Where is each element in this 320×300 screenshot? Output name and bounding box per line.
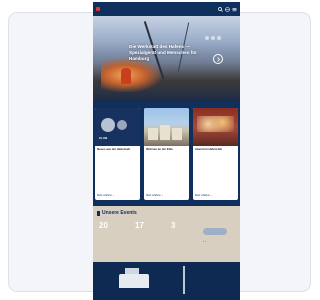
ship-hull — [119, 274, 149, 288]
all-events-button[interactable] — [203, 228, 227, 235]
news-card[interactable]: CLUB Neues aus der Hafenwelt Mehr erfahr… — [95, 108, 140, 200]
hero-sunset-glow — [101, 58, 161, 92]
hero-banner: Die Werkstatt des Hafens — Spezialgerät … — [93, 16, 240, 102]
news-card[interactable]: Abend im Hafenclub Mehr erfahren › — [193, 108, 238, 200]
hero-carousel-dots — [205, 36, 221, 40]
club-badge-icon — [117, 120, 127, 130]
footer-image — [93, 262, 240, 300]
club-badge-icon — [101, 118, 115, 132]
carousel-dot[interactable] — [217, 36, 221, 40]
hero-headline: Die Werkstatt des Hafens — Spezialgerät … — [129, 44, 197, 61]
news-card-image — [193, 108, 238, 146]
events-title: Unsere Events — [102, 210, 137, 216]
arrow-right-icon: › — [162, 194, 163, 197]
news-card-image: CLUB — [95, 108, 140, 146]
news-card-image — [144, 108, 189, 146]
news-card[interactable]: Wohnen an der Elbe Mehr erfahren › — [144, 108, 189, 200]
event-day: 3 — [171, 221, 176, 230]
event-lights — [197, 116, 234, 132]
menu-icon[interactable] — [232, 7, 237, 12]
events-section: Unsere Events 20 17 3 ‹ › — [93, 206, 240, 262]
news-card-more-link[interactable]: Mehr erfahren › — [97, 194, 114, 197]
news-card-more-link[interactable]: Mehr erfahren › — [146, 194, 163, 197]
globe-icon[interactable] — [225, 6, 230, 12]
mobile-page-preview: Die Werkstatt des Hafens — Spezialgerät … — [93, 2, 240, 300]
event-day: 20 — [99, 221, 108, 230]
logo-mark-icon — [96, 7, 100, 11]
hero-next-button[interactable] — [213, 54, 223, 64]
news-card-title: Wohnen an der Elbe — [146, 147, 173, 151]
arrow-right-icon: › — [113, 194, 114, 197]
news-card-title: Neues aus der Hafenwelt — [97, 147, 131, 151]
arrow-right-icon: › — [211, 194, 212, 197]
hero-worker-figure — [121, 68, 131, 84]
house-shape — [148, 128, 158, 140]
events-heading: Unsere Events — [97, 210, 137, 216]
crane — [183, 266, 185, 294]
news-card-image-label: CLUB — [99, 136, 108, 140]
news-card-more-label: Mehr erfahren — [195, 194, 211, 197]
news-card-more-link[interactable]: Mehr erfahren › — [195, 194, 212, 197]
house-shape — [160, 125, 170, 140]
site-logo[interactable] — [96, 7, 101, 11]
news-card-more-label: Mehr erfahren — [97, 194, 113, 197]
event-day: 17 — [135, 221, 144, 230]
flag-icon — [97, 210, 100, 216]
search-icon[interactable] — [218, 6, 223, 12]
event-item[interactable]: 3 — [171, 222, 205, 232]
top-icons — [218, 6, 237, 12]
news-section: CLUB Neues aus der Hafenwelt Mehr erfahr… — [93, 104, 240, 204]
news-card-more-label: Mehr erfahren — [146, 194, 162, 197]
top-bar — [93, 2, 240, 16]
event-item[interactable]: 17 — [135, 222, 169, 232]
house-shape — [172, 128, 182, 140]
carousel-dot[interactable] — [205, 36, 209, 40]
event-item[interactable]: 20 — [99, 222, 133, 232]
arrow-right-icon — [216, 56, 220, 62]
events-pager[interactable]: ‹ › — [203, 239, 206, 243]
carousel-dot[interactable] — [211, 36, 215, 40]
news-card-title: Abend im Hafenclub — [195, 147, 223, 151]
